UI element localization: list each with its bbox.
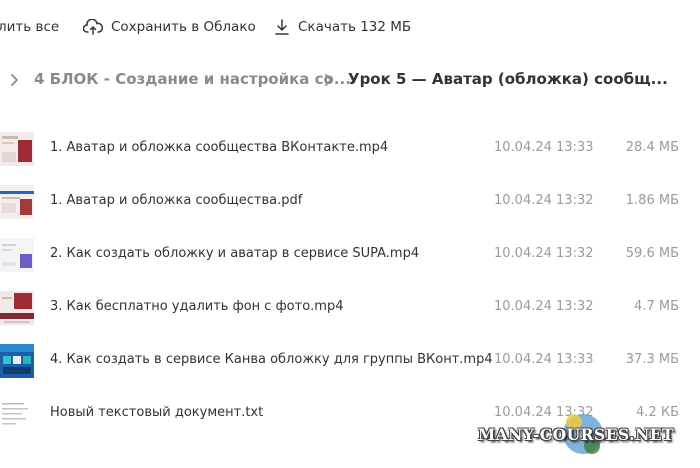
file-size: 59.6 МБ: [625, 246, 679, 261]
toolbar: лить все Сохранить в Облако Скачать 132 …: [0, 0, 700, 54]
video-thumbnail: [0, 132, 34, 166]
file-size: 28.4 МБ: [625, 140, 679, 155]
video-thumbnail: [0, 238, 34, 272]
pdf-thumbnail: [0, 185, 34, 219]
file-row[interactable]: 2. Как создать обложку и аватар в сервис…: [0, 230, 700, 283]
file-date: 10.04.24 13:32: [494, 246, 594, 261]
breadcrumb-parent-link[interactable]: 4 БЛОК - Создание и настройка со...: [34, 70, 351, 88]
file-name: Новый текстовый документ.txt: [50, 405, 264, 420]
file-date: 10.04.24 13:33: [494, 140, 594, 155]
save-to-cloud-button[interactable]: Сохранить в Облако: [83, 17, 256, 37]
select-all-button[interactable]: лить все: [0, 17, 59, 37]
video-thumbnail: [0, 291, 34, 325]
breadcrumb-current: Урок 5 — Аватар (обложка) сообщ...: [348, 70, 668, 88]
file-date: 10.04.24 13:32: [494, 193, 594, 208]
cloud-upload-icon: [83, 19, 103, 35]
video-thumbnail: [0, 344, 34, 378]
file-size: 1.86 МБ: [625, 193, 679, 208]
chevron-right-icon: [325, 74, 332, 86]
chevron-right-icon: [11, 74, 18, 86]
download-button[interactable]: Скачать 132 МБ: [274, 17, 411, 37]
file-name: 2. Как создать обложку и аватар в сервис…: [50, 246, 420, 261]
file-row[interactable]: 1. Аватар и обложка сообщества ВКонтакте…: [0, 124, 700, 177]
file-row[interactable]: 4. Как создать в сервисе Канва обложку д…: [0, 336, 700, 389]
watermark-text: MANY-COURSES.NET: [478, 425, 675, 444]
select-all-label: лить все: [0, 19, 60, 35]
file-name: 1. Аватар и обложка сообщества.pdf: [50, 193, 303, 208]
download-icon: [275, 18, 289, 35]
file-name: 1. Аватар и обложка сообщества ВКонтакте…: [50, 140, 389, 155]
breadcrumb: 4 БЛОК - Создание и настройка со... Урок…: [0, 62, 700, 98]
file-date: 10.04.24 13:33: [494, 352, 594, 367]
file-row[interactable]: 3. Как бесплатно удалить фон с фото.mp4 …: [0, 283, 700, 336]
download-label: Скачать 132 МБ: [298, 19, 412, 35]
file-name: 4. Как создать в сервисе Канва обложку д…: [50, 352, 493, 367]
save-to-cloud-label: Сохранить в Облако: [111, 19, 256, 35]
file-date: 10.04.24 13:32: [494, 299, 594, 314]
text-thumbnail: [0, 397, 34, 431]
file-size: 4.2 КБ: [636, 405, 679, 420]
file-name: 3. Как бесплатно удалить фон с фото.mp4: [50, 299, 344, 314]
file-row[interactable]: 1. Аватар и обложка сообщества.pdf 10.04…: [0, 177, 700, 230]
file-size: 4.7 МБ: [634, 299, 679, 314]
file-size: 37.3 МБ: [625, 352, 679, 367]
